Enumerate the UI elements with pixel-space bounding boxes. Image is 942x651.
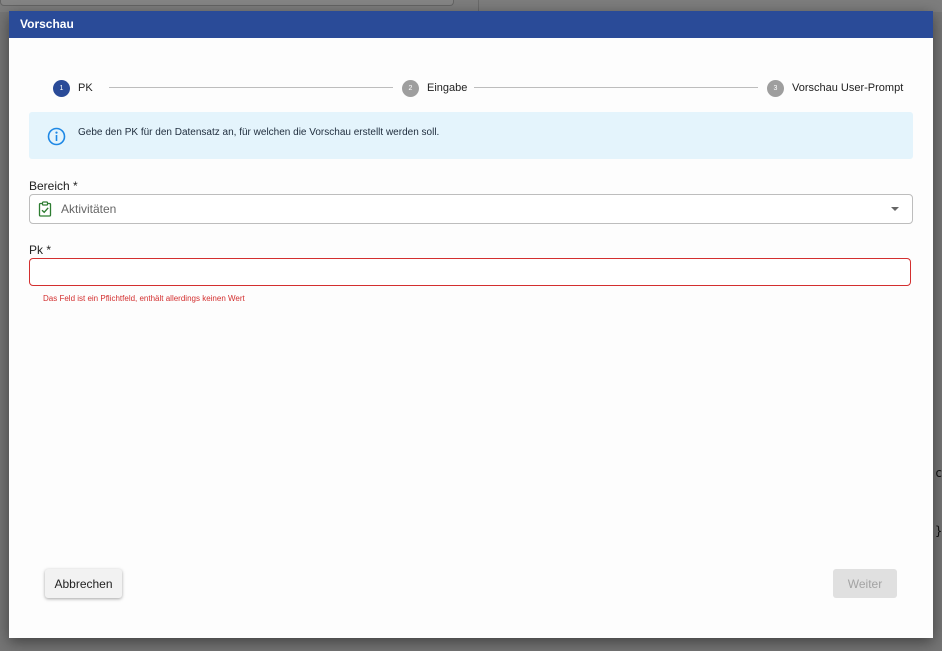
step-eingabe[interactable]: 2 Eingabe — [402, 79, 467, 97]
info-alert: Gebe den PK für den Datensatz an, für we… — [29, 112, 913, 159]
pk-input[interactable] — [29, 258, 911, 286]
background-field — [0, 0, 454, 6]
bereich-select[interactable]: Aktivitäten — [29, 194, 913, 224]
step-number: 1 — [53, 79, 70, 97]
step-connector — [474, 87, 758, 88]
pk-label: Pk * — [29, 243, 52, 257]
chevron-down-icon[interactable] — [891, 207, 899, 211]
step-pk[interactable]: 1 PK — [53, 79, 93, 97]
info-message: Gebe den PK für den Datensatz an, für we… — [78, 127, 440, 138]
clipboard-check-icon — [38, 201, 52, 217]
step-number: 3 — [767, 79, 784, 97]
step-label: Eingabe — [427, 82, 468, 94]
step-number: 2 — [402, 79, 419, 97]
cancel-button[interactable]: Abbrechen — [45, 569, 122, 598]
background-text: } — [935, 524, 942, 538]
bereich-value: Aktivitäten — [61, 202, 117, 216]
background-text: c — [935, 466, 942, 480]
preview-dialog: Vorschau 1 PK 2 Eingabe 3 Vorschau User-… — [9, 11, 933, 638]
next-button[interactable]: Weiter — [833, 569, 897, 598]
info-circle-icon — [47, 127, 66, 146]
step-connector — [109, 87, 393, 88]
bereich-label: Bereich * — [29, 179, 78, 193]
dialog-title: Vorschau — [9, 11, 933, 38]
step-vorschau-user-prompt[interactable]: 3 Vorschau User-Prompt — [767, 79, 903, 97]
stepper: 1 PK 2 Eingabe 3 Vorschau User-Prompt — [53, 79, 903, 97]
step-label: Vorschau User-Prompt — [792, 82, 904, 94]
pk-error-message: Das Feld ist ein Pflichtfeld, enthält al… — [43, 294, 245, 303]
step-label: PK — [78, 82, 93, 94]
